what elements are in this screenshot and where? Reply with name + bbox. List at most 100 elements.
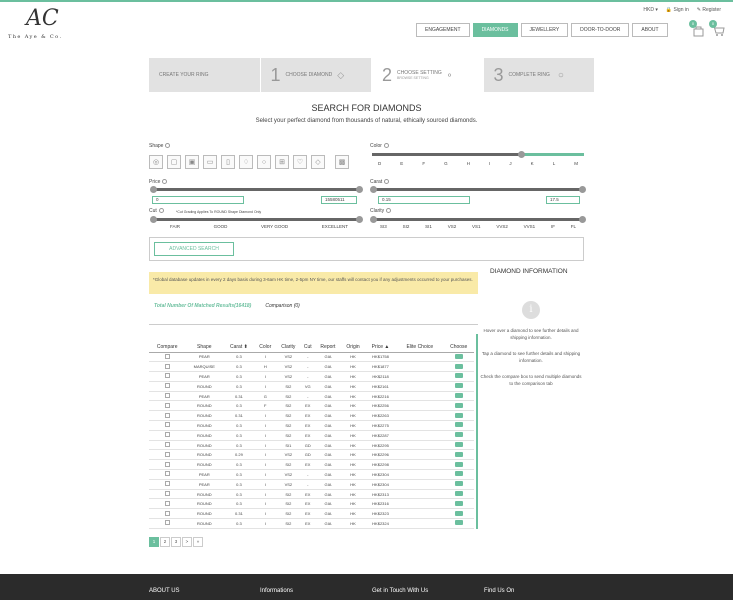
footer-get-in-touch[interactable]: Get in Touch With Us [372, 588, 428, 594]
choose-button[interactable] [454, 461, 463, 467]
signin-link[interactable]: 🔒 Sign in [666, 7, 689, 13]
table-row[interactable]: PEAR 0.3 I VS2- GIA HK HK$2304 [149, 469, 474, 480]
choose-button[interactable] [454, 373, 463, 379]
table-row[interactable]: MARQUISE 0.3 H VS2- GIA HK HK$1877 [149, 361, 474, 373]
table-row[interactable]: ROUND 0.3 I SI2 EX GIA HK HK$2298 [149, 459, 474, 471]
carat-slider-max-handle[interactable] [579, 186, 586, 193]
next-page-button[interactable]: > [182, 537, 192, 547]
compare-checkbox[interactable] [164, 393, 170, 399]
sort-up-icon[interactable]: ▲ [384, 344, 389, 350]
compare-checkbox[interactable] [164, 402, 170, 408]
choose-button[interactable] [454, 481, 463, 487]
table-row[interactable]: PEAR 0.3 I VS2- GIA HK HK$2118 [149, 371, 474, 382]
help-icon[interactable] [158, 208, 164, 214]
help-icon[interactable] [162, 179, 168, 185]
help-icon[interactable] [165, 143, 171, 149]
table-row[interactable]: ROUND 0.3 I SI1 GD GIA HK HK$2295 [149, 440, 474, 451]
step-choose-setting[interactable]: 2 CHOOSE SETTING BROWSE SETTING ⚬ [372, 58, 484, 92]
brand-logo[interactable]: AC The Aye & Co. [8, 6, 68, 40]
choose-button[interactable] [454, 471, 463, 477]
cut-slider-track[interactable] [150, 216, 363, 223]
table-row[interactable]: ROUND 0.3 I SI2 EX GIA HK HK$2275 [149, 420, 474, 431]
page-2-button[interactable]: 2 [160, 537, 170, 547]
compare-checkbox[interactable] [164, 442, 170, 448]
price-slider-track[interactable] [150, 186, 363, 193]
col-color[interactable]: Color [254, 334, 276, 353]
compare-checkbox[interactable] [164, 471, 170, 477]
step-complete-ring[interactable]: 3 COMPLETE RING ○ [484, 58, 595, 92]
shape-heart-button[interactable]: ♡ [293, 155, 307, 169]
tab-comparison[interactable]: Comparison (0) [265, 303, 299, 309]
choose-button[interactable] [454, 520, 463, 526]
shape-round-button[interactable]: ◎ [149, 155, 163, 169]
compare-checkbox[interactable] [164, 520, 170, 526]
shape-emerald-button[interactable]: ▯ [221, 155, 235, 169]
results-table-container[interactable]: Compare Shape Carat ⬍ Color Clarity Cut … [149, 334, 478, 529]
price-slider-max-handle[interactable] [356, 186, 363, 193]
clarity-slider-max-handle[interactable] [579, 216, 586, 223]
choose-button[interactable] [454, 412, 463, 418]
price-slider-min-handle[interactable] [150, 186, 157, 193]
table-row[interactable]: ROUND 0.29 I VS2 GD GIA HK HK$2296 [149, 449, 474, 461]
table-row[interactable]: ROUND 0.3 F SI2 EX GIA HK HK$2256 [149, 400, 474, 412]
choose-button[interactable] [454, 422, 463, 428]
compare-checkbox[interactable] [164, 422, 170, 428]
help-icon[interactable] [383, 143, 389, 149]
choose-button[interactable] [454, 363, 463, 369]
cut-slider-max-handle[interactable] [356, 216, 363, 223]
table-row[interactable]: ROUND 0.3 I SI2 EX GIA HK HK$2324 [149, 518, 474, 529]
shape-princess-button[interactable]: ▢ [167, 155, 181, 169]
col-shape[interactable]: Shape [185, 334, 224, 353]
compare-checkbox[interactable] [164, 363, 170, 369]
choose-button[interactable] [454, 442, 463, 448]
color-slider-track[interactable] [372, 151, 584, 158]
carat-slider-track[interactable] [370, 186, 586, 193]
tab-results[interactable]: Total Number Of Matched Results(16418) [154, 303, 251, 309]
footer-find-us-on[interactable]: Find Us On [484, 588, 514, 594]
compare-checkbox[interactable] [164, 432, 170, 438]
currency-select[interactable]: HKD ▾ [643, 7, 657, 13]
nav-door-to-door[interactable]: DOOR-TO-DOOR [571, 23, 630, 37]
table-row[interactable]: ROUND 0.3 I SI2 EX GIA HK HK$2313 [149, 489, 474, 500]
shape-radiant-button[interactable]: ▭ [203, 155, 217, 169]
compare-checkbox[interactable] [164, 383, 170, 389]
carat-max-input[interactable]: 17.5 [546, 196, 580, 204]
footer-about-us[interactable]: ABOUT US [149, 588, 180, 594]
col-price[interactable]: Price ▲ [364, 334, 397, 353]
col-cut[interactable]: Cut [300, 334, 315, 353]
sort-icon[interactable]: ⬍ [244, 344, 248, 350]
price-max-input[interactable]: 15580511 [321, 196, 357, 204]
choose-button[interactable] [454, 432, 463, 438]
table-row[interactable]: ROUND 0.31 I SI2 EX GIA HK HK$2263 [149, 410, 474, 422]
nav-diamonds[interactable]: DIAMONDS [472, 23, 518, 37]
shape-pear-button[interactable]: ♢ [239, 155, 253, 169]
footer-informations[interactable]: Informations [260, 588, 293, 594]
col-report[interactable]: Report [314, 334, 342, 353]
compare-checkbox[interactable] [164, 451, 170, 457]
help-icon[interactable] [386, 208, 392, 214]
help-icon[interactable] [384, 179, 390, 185]
col-clarity[interactable]: Clarity [275, 334, 301, 353]
clarity-slider-track[interactable] [370, 216, 586, 223]
table-row[interactable]: ROUND 0.3 I SI2 EX GIA HK HK$2316 [149, 498, 474, 510]
nav-engagement[interactable]: ENGAGEMENT [416, 23, 470, 37]
col-origin[interactable]: Origin [341, 334, 365, 353]
step-choose-diamond[interactable]: 1 CHOOSE DIAMOND ◇ [261, 58, 372, 92]
table-row[interactable]: ROUND 0.3 I SI2 EX GIA HK HK$2287 [149, 430, 474, 441]
choose-button[interactable] [454, 353, 463, 359]
compare-checkbox[interactable] [164, 373, 170, 379]
price-min-input[interactable]: 0 [152, 196, 244, 204]
col-carat[interactable]: Carat ⬍ [223, 334, 255, 353]
table-row[interactable]: ROUND 0.31 I SI2 EX GIA HK HK$2323 [149, 508, 474, 520]
shape-other-button[interactable]: ▩ [335, 155, 349, 169]
advanced-search-button[interactable]: ADVANCED SEARCH [154, 242, 234, 256]
compare-checkbox[interactable] [164, 353, 170, 359]
compare-checkbox[interactable] [164, 412, 170, 418]
shape-oval-button[interactable]: ○ [257, 155, 271, 169]
compare-checkbox[interactable] [164, 491, 170, 497]
table-row[interactable]: PEAR 0.3 I VS2- GIA HK HK$1758 [149, 352, 474, 363]
cut-slider-min-handle[interactable] [150, 216, 157, 223]
choose-button[interactable] [454, 451, 463, 457]
choose-button[interactable] [454, 402, 463, 408]
compare-checkbox[interactable] [164, 481, 170, 487]
